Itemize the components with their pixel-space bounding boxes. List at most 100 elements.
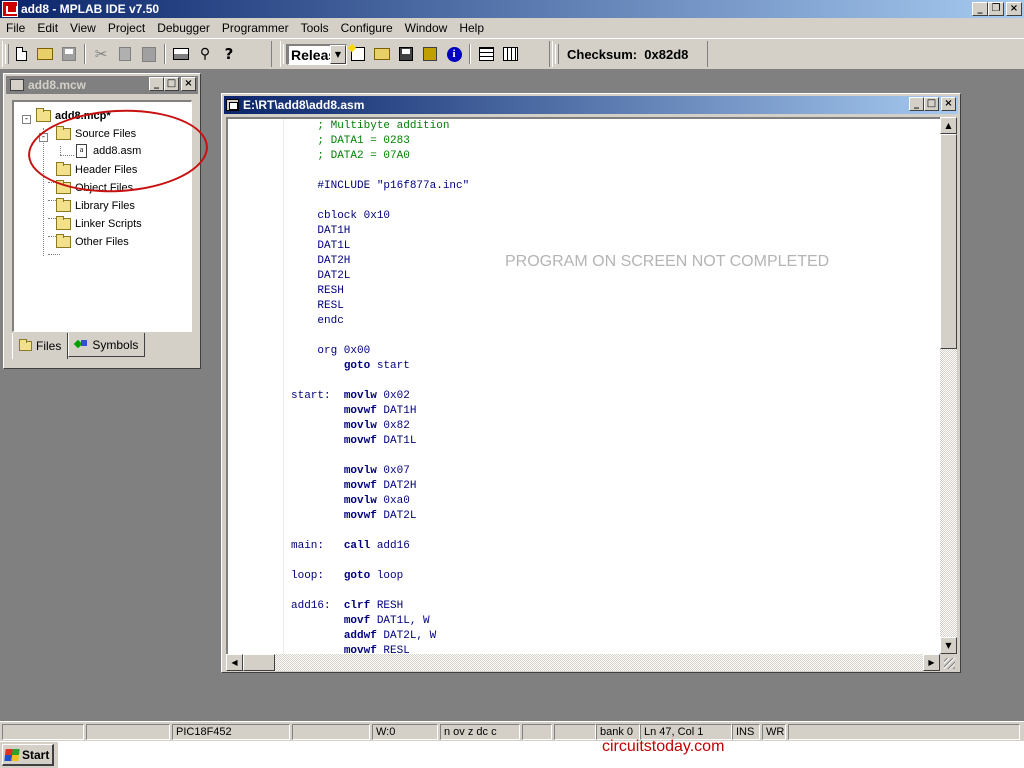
paste-button[interactable] xyxy=(138,43,160,65)
build-button[interactable] xyxy=(475,43,497,65)
code-operand: DAT2L xyxy=(376,510,417,522)
project-minimize-button[interactable]: _ xyxy=(149,77,164,91)
info-button[interactable]: i xyxy=(443,43,465,65)
status-pane-empty xyxy=(788,724,1020,740)
editor-minimize-button[interactable]: _ xyxy=(909,97,924,111)
scroll-down-button[interactable]: ▼ xyxy=(940,637,957,654)
mplab-app-icon[interactable] xyxy=(2,1,18,17)
tab-files-label: Files xyxy=(36,339,62,353)
build-config-select[interactable]: Release ▼ xyxy=(287,43,347,65)
horizontal-scroll-thumb[interactable] xyxy=(243,654,275,671)
code-label: add16: xyxy=(291,600,331,612)
code-label: main: xyxy=(291,540,325,552)
start-button[interactable]: Start xyxy=(2,744,54,766)
menu-tools[interactable]: Tools xyxy=(295,21,335,35)
copy-button[interactable] xyxy=(114,43,136,65)
tree-library-files-label: Library Files xyxy=(75,200,135,212)
menu-edit[interactable]: Edit xyxy=(31,21,64,35)
tree-library-files[interactable]: Library Files xyxy=(56,198,135,212)
taskbar-area xyxy=(58,742,1024,768)
project-maximize-button[interactable]: □ xyxy=(164,77,179,91)
menu-file[interactable]: File xyxy=(0,21,31,35)
horizontal-scrollbar[interactable]: ◀ ▶ xyxy=(226,654,940,671)
menu-project[interactable]: Project xyxy=(102,21,151,35)
code-line: goto start xyxy=(291,359,931,374)
collapse-root-icon[interactable]: - xyxy=(22,115,31,124)
code-line xyxy=(291,584,931,599)
watermark-text: PROGRAM ON SCREEN NOT COMPLETED xyxy=(505,253,830,270)
code-operand: 0xa0 xyxy=(376,495,410,507)
vertical-scroll-thumb[interactable] xyxy=(940,134,957,349)
close-button[interactable]: × xyxy=(1006,2,1022,16)
scroll-right-button[interactable]: ▶ xyxy=(923,654,940,671)
code-operand: 0x02 xyxy=(376,390,410,402)
editor-maximize-button[interactable]: □ xyxy=(924,97,939,111)
code-line: DAT2L xyxy=(291,269,931,284)
menu-view[interactable]: View xyxy=(64,21,102,35)
code-line: RESL xyxy=(291,299,931,314)
select-device-button[interactable] xyxy=(419,43,441,65)
tab-symbols[interactable]: Symbols xyxy=(68,333,146,357)
windows-logo-icon xyxy=(4,748,20,761)
tab-files[interactable]: Files xyxy=(12,333,69,359)
editor-title-bar[interactable]: E:\RT\add8\add8.asm _ □ × xyxy=(224,96,958,114)
tree-other-files[interactable]: Other Files xyxy=(56,234,129,248)
code-line: movf DAT1L, W xyxy=(291,614,931,629)
project-window-title-bar[interactable]: add8.mcw _ □ × xyxy=(6,76,198,94)
help-button[interactable]: ? xyxy=(218,43,240,65)
menu-bar: File Edit View Project Debugger Programm… xyxy=(0,18,1024,38)
code-operand: DAT1L xyxy=(376,435,417,447)
tree-linker-scripts[interactable]: Linker Scripts xyxy=(56,216,142,230)
code-opcode: movlw xyxy=(343,465,377,477)
code-line xyxy=(291,164,931,179)
taskbar: Start xyxy=(0,741,1024,768)
save-button[interactable] xyxy=(58,43,80,65)
editor-close-button[interactable]: × xyxy=(941,97,956,111)
scroll-up-button[interactable]: ▲ xyxy=(940,117,957,134)
cut-button[interactable]: ✂ xyxy=(90,43,112,65)
menu-help[interactable]: Help xyxy=(453,21,490,35)
print-button[interactable] xyxy=(170,43,192,65)
minimize-button[interactable]: _ xyxy=(972,2,988,16)
code-label: loop: xyxy=(291,570,325,582)
vertical-scrollbar[interactable]: ▲ ▼ xyxy=(940,117,957,654)
code-opcode: movlw xyxy=(343,420,377,432)
code-line xyxy=(291,524,931,539)
save-project-button[interactable] xyxy=(395,43,417,65)
menu-window[interactable]: Window xyxy=(399,21,454,35)
code-editor[interactable]: ; Multibyte addition ; DATA1 = 0283 ; DA… xyxy=(226,117,940,654)
restore-button[interactable]: ❐ xyxy=(988,2,1004,16)
scroll-left-button[interactable]: ◀ xyxy=(226,654,243,671)
new-project-button[interactable] xyxy=(347,43,369,65)
open-button[interactable] xyxy=(34,43,56,65)
code-line xyxy=(291,194,931,209)
new-file-button[interactable] xyxy=(10,43,32,65)
open-project-button[interactable] xyxy=(371,43,393,65)
chevron-down-icon[interactable]: ▼ xyxy=(330,44,346,64)
info-icon: i xyxy=(446,46,462,62)
credit-watermark: circuitstoday.com xyxy=(602,738,725,755)
find-button[interactable]: ⚲ xyxy=(194,43,216,65)
menu-configure[interactable]: Configure xyxy=(335,21,399,35)
make-button[interactable] xyxy=(499,43,521,65)
toolbar: ✂ ⚲ ? Release ▼ i Checksum: 0x82d8 xyxy=(0,38,1024,70)
code-opcode: clrf xyxy=(343,600,371,612)
menu-programmer[interactable]: Programmer xyxy=(216,21,295,35)
project-close-button[interactable]: × xyxy=(181,77,196,91)
editor-gutter[interactable] xyxy=(228,119,284,654)
standard-toolbar: ✂ ⚲ ? xyxy=(2,41,272,67)
status-pane-empty xyxy=(522,724,552,740)
code-line: ; Multibyte addition xyxy=(291,119,931,134)
code-line: DAT1H xyxy=(291,224,931,239)
menu-debugger[interactable]: Debugger xyxy=(151,21,216,35)
resize-grip[interactable] xyxy=(940,654,957,671)
chip-icon xyxy=(423,47,437,61)
